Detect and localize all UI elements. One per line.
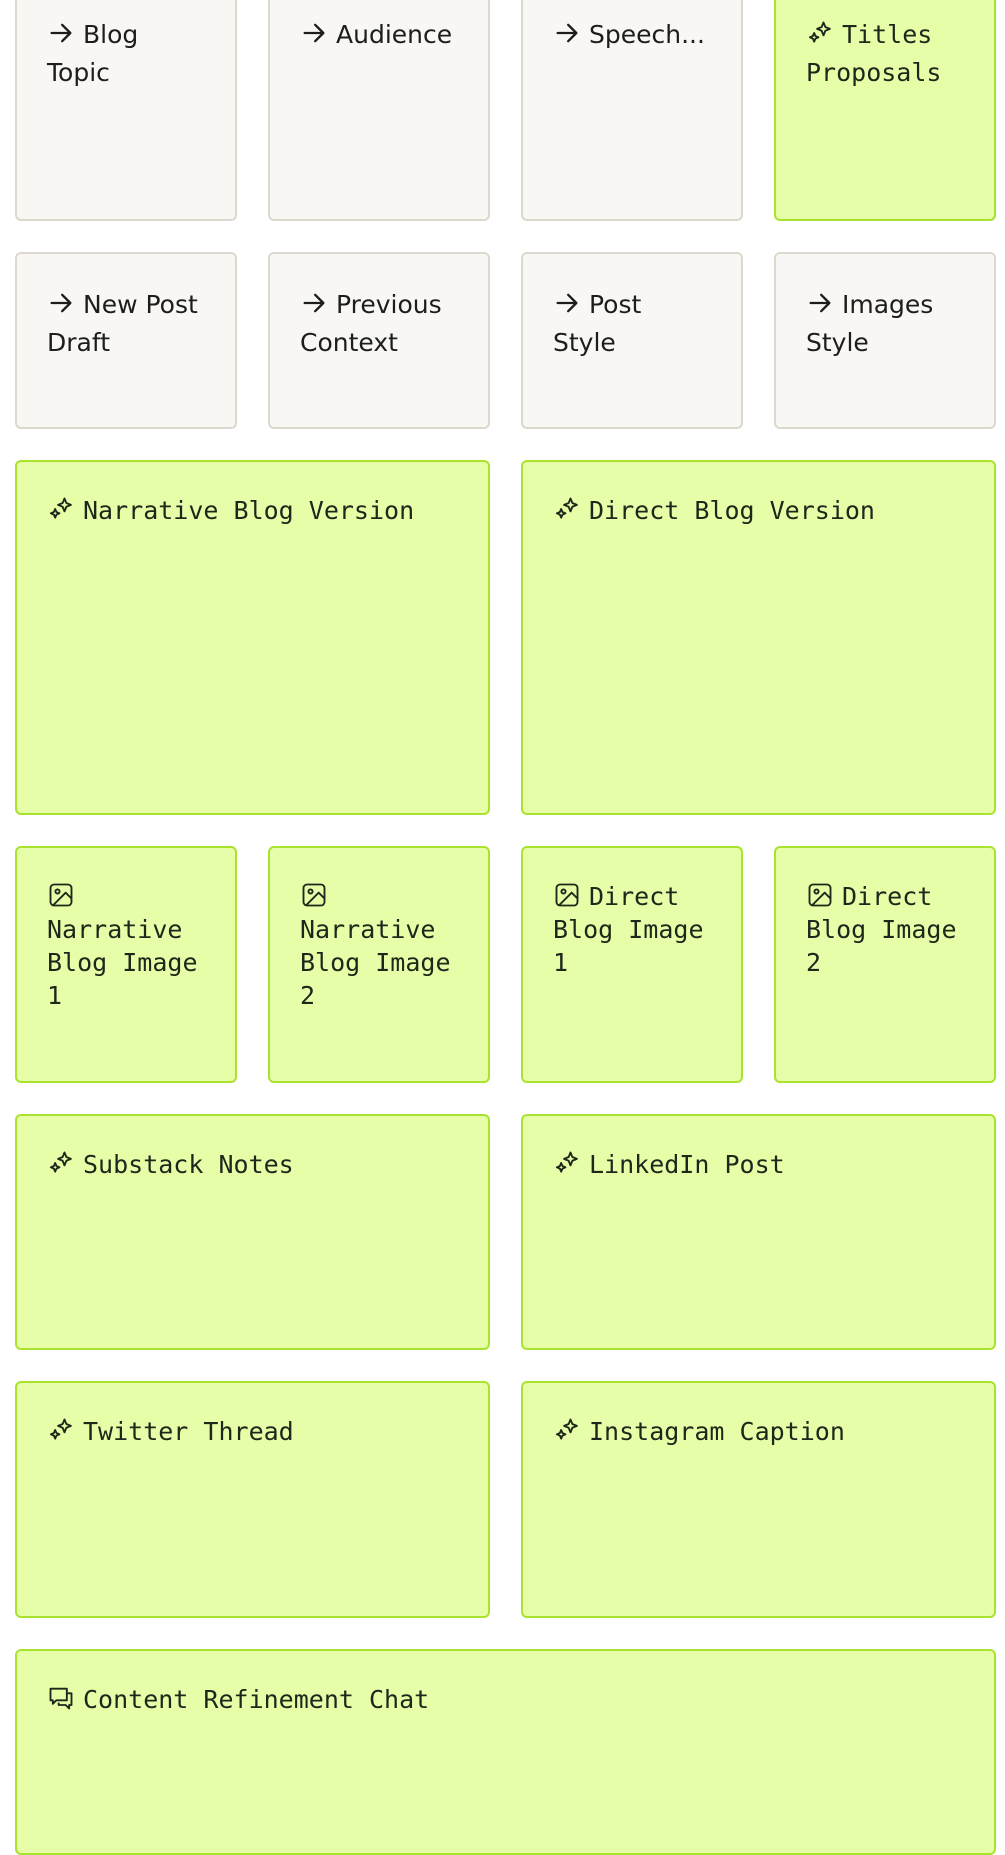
card-label: Narrative Blog Image 1 <box>47 915 213 1010</box>
chat-icon <box>47 1684 75 1712</box>
card-label: Substack Notes <box>83 1150 294 1179</box>
card-label: Audience <box>336 20 453 49</box>
twitter-thread-card[interactable]: Twitter Thread <box>15 1381 490 1618</box>
arrow-right-icon <box>47 289 75 317</box>
card-label: Speech... <box>589 20 705 49</box>
content-refinement-chat-card[interactable]: Content Refinement Chat <box>15 1649 996 1855</box>
card-label: Instagram Caption <box>589 1417 845 1446</box>
arrow-right-icon <box>806 289 834 317</box>
sparkles-icon <box>47 1149 75 1177</box>
new-post-draft-card[interactable]: New Post Draft <box>15 252 237 429</box>
instagram-caption-card[interactable]: Instagram Caption <box>521 1381 996 1618</box>
arrow-right-icon <box>553 289 581 317</box>
post-style-card[interactable]: Post Style <box>521 252 743 429</box>
sparkles-icon <box>806 19 834 47</box>
narrative-blog-version-card[interactable]: Narrative Blog Version <box>15 460 490 815</box>
card-label: Twitter Thread <box>83 1417 294 1446</box>
substack-notes-card[interactable]: Substack Notes <box>15 1114 490 1350</box>
direct-blog-image-2-card[interactable]: Direct Blog Image 2 <box>774 846 996 1083</box>
sparkles-icon <box>553 1416 581 1444</box>
direct-blog-version-card[interactable]: Direct Blog Version <box>521 460 996 815</box>
titles-proposals-card[interactable]: Titles Proposals <box>774 0 996 221</box>
images-style-card[interactable]: Images Style <box>774 252 996 429</box>
audience-card[interactable]: Audience <box>268 0 490 221</box>
speech-card[interactable]: Speech... <box>521 0 743 221</box>
image-icon <box>806 881 834 909</box>
arrow-right-icon <box>553 19 581 47</box>
card-label: Narrative Blog Image 2 <box>300 915 466 1010</box>
sparkles-icon <box>553 1149 581 1177</box>
card-label: LinkedIn Post <box>589 1150 785 1179</box>
card-label: Content Refinement Chat <box>83 1685 430 1714</box>
arrow-right-icon <box>300 19 328 47</box>
blog-topic-card[interactable]: Blog Topic <box>15 0 237 221</box>
sparkles-icon <box>47 1416 75 1444</box>
narrative-blog-image-2-card[interactable]: Narrative Blog Image 2 <box>268 846 490 1083</box>
image-icon <box>553 881 581 909</box>
direct-blog-image-1-card[interactable]: Direct Blog Image 1 <box>521 846 743 1083</box>
image-icon <box>300 881 328 909</box>
sparkles-icon <box>47 495 75 523</box>
narrative-blog-image-1-card[interactable]: Narrative Blog Image 1 <box>15 846 237 1083</box>
arrow-right-icon <box>47 19 75 47</box>
card-label: Direct Blog Version <box>589 496 875 525</box>
card-label: Narrative Blog Version <box>83 496 415 525</box>
image-icon <box>47 881 75 909</box>
sparkles-icon <box>553 495 581 523</box>
previous-context-card[interactable]: Previous Context <box>268 252 490 429</box>
linkedin-post-card[interactable]: LinkedIn Post <box>521 1114 996 1350</box>
arrow-right-icon <box>300 289 328 317</box>
